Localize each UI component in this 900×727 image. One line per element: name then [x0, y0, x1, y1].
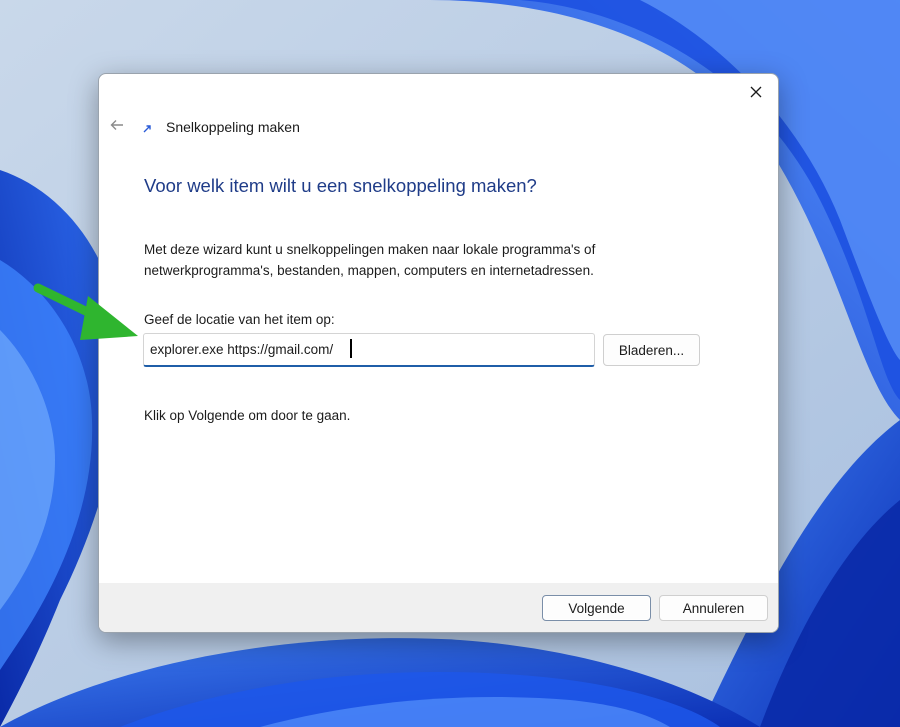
- hint-text: Klik op Volgende om door te gaan.: [144, 408, 351, 423]
- wizard-title: Snelkoppeling maken: [166, 119, 300, 135]
- close-button[interactable]: [742, 79, 770, 105]
- back-button[interactable]: [107, 116, 127, 134]
- dialog-footer: Volgende Annuleren: [99, 583, 778, 632]
- next-button[interactable]: Volgende: [542, 595, 651, 621]
- description-text: Met deze wizard kunt u snelkoppelingen m…: [144, 242, 596, 278]
- location-input[interactable]: [143, 333, 595, 367]
- browse-button[interactable]: Bladeren...: [603, 334, 700, 366]
- text-caret: [350, 339, 352, 358]
- page-heading: Voor welk item wilt u een snelkoppeling …: [144, 175, 537, 196]
- create-shortcut-dialog: Snelkoppeling maken Voor welk item wilt …: [98, 73, 779, 633]
- shortcut-icon: [143, 125, 151, 133]
- close-icon: [750, 86, 762, 98]
- green-arrow-annotation: [33, 283, 138, 340]
- location-label: Geef de locatie van het item op:: [144, 312, 335, 327]
- cancel-button[interactable]: Annuleren: [659, 595, 768, 621]
- back-arrow-icon: [110, 120, 123, 130]
